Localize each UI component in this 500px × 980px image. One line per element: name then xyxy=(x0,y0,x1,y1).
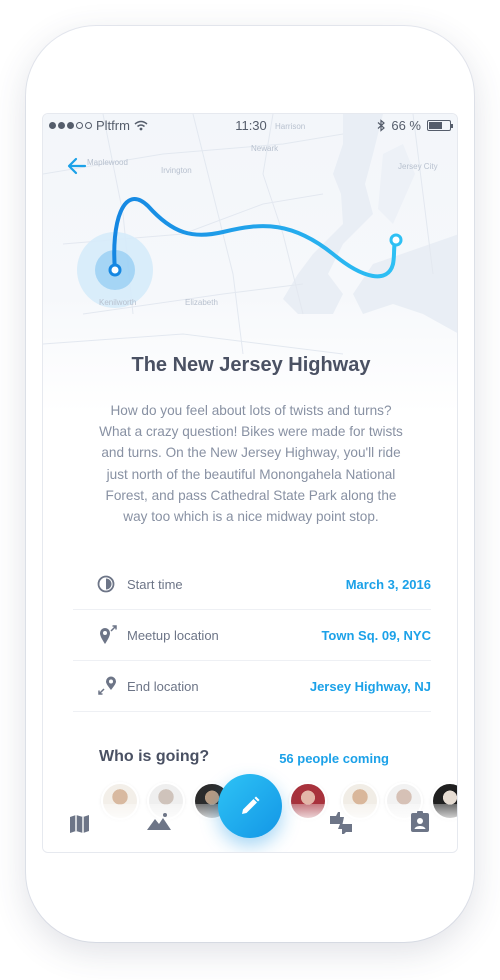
tab-profile[interactable] xyxy=(407,810,433,834)
detail-label: End location xyxy=(127,678,199,694)
map-icon xyxy=(70,815,89,833)
tab-routes[interactable] xyxy=(145,810,171,834)
detail-row-meetup-location[interactable]: Meetup location Town Sq. 09, NYC xyxy=(73,610,431,661)
detail-value: March 3, 2016 xyxy=(345,576,431,592)
detail-label: Meetup location xyxy=(127,627,219,643)
map-label-maplewood: Maplewood xyxy=(87,158,128,167)
detail-value[interactable]: Town Sq. 09, NYC xyxy=(321,628,431,643)
clock-icon xyxy=(97,574,123,594)
back-arrow-icon xyxy=(67,157,87,175)
bluetooth-icon xyxy=(377,119,386,132)
detail-row-start-time: Start time March 3, 2016 xyxy=(73,559,431,610)
detail-row-end-location[interactable]: End location Jersey Highway, NJ xyxy=(73,661,431,712)
edit-icon xyxy=(242,796,260,814)
map-label-kenilworth: Kenilworth xyxy=(99,298,137,307)
attendees-count-link[interactable]: 56 people coming xyxy=(279,751,389,766)
battery-percent: 66 % xyxy=(391,118,421,133)
tab-feedback[interactable] xyxy=(327,810,353,834)
map-label-jersey-city: Jersey City xyxy=(398,162,438,171)
event-description: How do you feel about lots of twists and… xyxy=(99,403,403,525)
thumbs-icon xyxy=(330,812,352,834)
detail-value[interactable]: Jersey Highway, NJ xyxy=(310,679,431,694)
end-pin-icon xyxy=(97,676,123,696)
map-label-irvington: Irvington xyxy=(161,166,192,175)
back-button[interactable] xyxy=(65,154,89,178)
event-title: The New Jersey Highway xyxy=(131,354,371,376)
status-bar: Pltfrm 11:30 66 % xyxy=(43,114,457,138)
contact-card-icon xyxy=(411,811,429,832)
map-label-elizabeth: Elizabeth xyxy=(185,298,218,307)
attendees-heading: Who is going? xyxy=(99,748,210,765)
edit-button[interactable] xyxy=(218,774,282,838)
mountains-icon xyxy=(147,813,171,830)
tab-map[interactable] xyxy=(67,812,93,836)
battery-icon xyxy=(427,120,453,131)
map-label-newark: Newark xyxy=(251,144,279,153)
meetup-pin-icon xyxy=(97,625,123,645)
detail-label: Start time xyxy=(127,576,183,592)
status-right: 66 % xyxy=(377,118,453,133)
app-screen: Harrison Newark Jersey City Maplewood Ir… xyxy=(42,113,458,853)
